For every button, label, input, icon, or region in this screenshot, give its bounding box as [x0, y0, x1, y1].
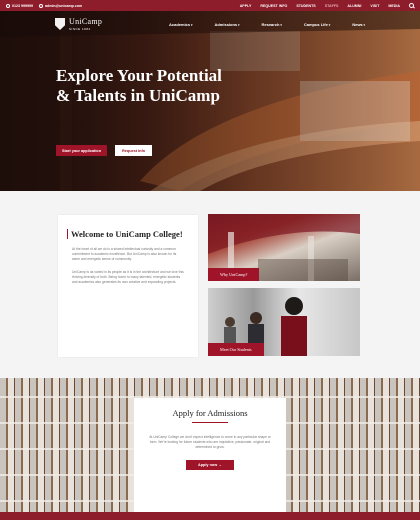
phone-number: 0123 999999 [12, 3, 33, 8]
why-unicamp-label: Why UniCamp? [208, 268, 260, 281]
link-students[interactable]: STUDENTS [296, 4, 315, 8]
apply-now-button[interactable]: Apply now → [185, 460, 235, 470]
welcome-title: Welcome to UniCamp College! [67, 229, 184, 239]
link-media[interactable]: MEDIA [388, 4, 400, 8]
admissions-card: Apply for Admissions At UniCamp College … [134, 398, 286, 512]
nav-item-research[interactable]: Research [261, 22, 281, 27]
meet-students-card[interactable]: Meet Our Students [208, 288, 360, 356]
hero-actions: Start your application Request Info [56, 145, 153, 156]
start-application-button[interactable]: Start your application [56, 145, 108, 156]
why-unicamp-card[interactable]: Why UniCamp? [208, 214, 360, 281]
brand-logo[interactable]: UniCamp SINCE 1982 [55, 17, 102, 31]
nav-menu: Academics Admissions Research Campus Lif… [169, 22, 365, 27]
brand-since: SINCE 1982 [69, 27, 91, 31]
email-address: admin@unicamp.com [45, 3, 83, 8]
utility-links: APPLY REQUEST INFO STUDENTS STAFFS ALUMN… [240, 3, 414, 8]
main-nav: UniCamp SINCE 1982 Academics Admissions … [0, 11, 420, 37]
nav-item-campus-life[interactable]: Campus Life [304, 22, 330, 27]
nav-item-admissions[interactable]: Admissions [214, 22, 239, 27]
hero-section: UniCamp SINCE 1982 Academics Admissions … [0, 11, 420, 191]
nav-item-news[interactable]: News [352, 22, 365, 27]
welcome-paragraph-2: UniCamp is as varied in its people as it… [72, 270, 184, 284]
phone-contact[interactable]: 0123 999999 [6, 3, 33, 8]
link-alumni[interactable]: ALUMNI [347, 4, 361, 8]
link-visit[interactable]: VISIT [370, 4, 379, 8]
admissions-text: At UniCamp College we don't expect intel… [149, 435, 271, 449]
meet-students-label: Meet Our Students [208, 343, 264, 356]
link-request-info[interactable]: REQUEST INFO [260, 4, 287, 8]
welcome-card: Welcome to UniCamp College! At the heart… [58, 215, 198, 357]
email-icon [39, 3, 43, 8]
title-divider [192, 422, 228, 423]
search-icon[interactable] [409, 3, 414, 8]
welcome-paragraph-1: At the heart of all we do is a shared in… [72, 247, 177, 261]
nav-item-academics[interactable]: Academics [169, 22, 192, 27]
link-apply[interactable]: APPLY [240, 4, 252, 8]
link-staffs[interactable]: STAFFS [325, 4, 339, 8]
brand-name: UniCamp [69, 17, 103, 26]
utility-bar: 0123 999999 admin@unicamp.com APPLY REQU… [0, 0, 420, 11]
shield-logo-icon [55, 18, 65, 30]
admissions-title: Apply for Admissions [172, 408, 248, 418]
hero-title: Explore Your Potential & Talents in UniC… [56, 66, 222, 105]
email-contact[interactable]: admin@unicamp.com [39, 3, 83, 8]
request-info-button[interactable]: Request Info [115, 145, 153, 156]
phone-icon [6, 3, 10, 8]
footer-bar [0, 512, 420, 520]
